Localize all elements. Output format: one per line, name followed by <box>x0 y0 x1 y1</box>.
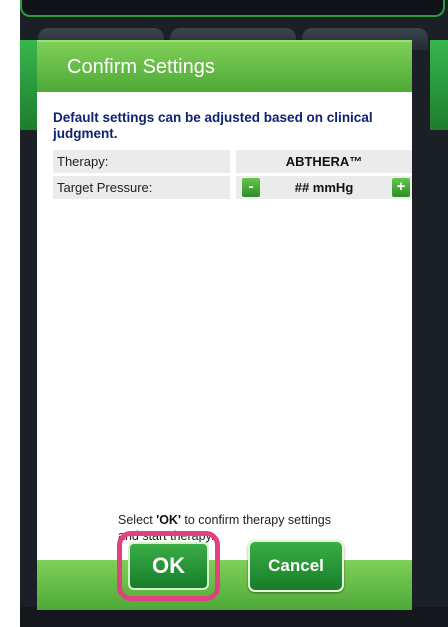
device-side-bezel-left <box>20 40 38 130</box>
intro-text: Default settings can be adjusted based o… <box>53 110 373 141</box>
target-pressure-label: Target Pressure: <box>53 176 230 199</box>
target-pressure-value: ## mmHg <box>294 180 354 195</box>
confirm-settings-dialog: Confirm Settings Default settings can be… <box>37 40 412 610</box>
therapy-value: ABTHERA™ <box>236 150 412 173</box>
device-bottom-bar <box>20 607 448 627</box>
decrease-pressure-button[interactable]: - <box>242 178 260 197</box>
increase-pressure-button[interactable]: + <box>392 178 410 197</box>
ok-button[interactable]: OK <box>128 542 209 590</box>
device-side-bezel-right <box>430 40 448 130</box>
cancel-button[interactable]: Cancel <box>248 540 344 592</box>
instruction-key: 'OK' <box>156 513 181 527</box>
device-top-bar <box>20 0 445 17</box>
therapy-row: Therapy: ABTHERA™ <box>53 150 412 173</box>
target-pressure-value-cell: - ## mmHg + <box>236 176 412 199</box>
therapy-label: Therapy: <box>53 150 230 173</box>
dialog-title: Confirm Settings <box>37 40 412 92</box>
dialog-body: Default settings can be adjusted based o… <box>37 92 412 570</box>
target-pressure-row: Target Pressure: - ## mmHg + <box>53 176 412 199</box>
dialog-footer <box>37 560 412 610</box>
